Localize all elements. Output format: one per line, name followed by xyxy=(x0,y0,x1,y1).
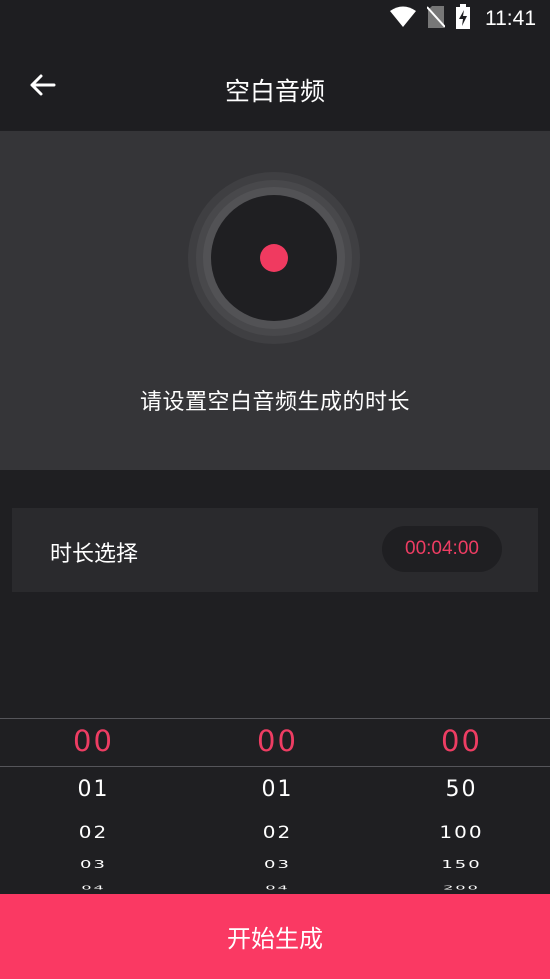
battery-charging-icon xyxy=(455,4,471,34)
start-generate-button[interactable]: 开始生成 xyxy=(0,894,550,979)
vinyl-disc-icon xyxy=(188,172,360,344)
picker-column-seconds[interactable]: 00 50 100 150 200 xyxy=(370,592,550,894)
picker-column-hours[interactable]: 00 01 02 03 04 xyxy=(2,592,185,894)
picker-column-minutes[interactable]: 00 01 02 03 04 xyxy=(186,592,369,894)
no-sim-icon xyxy=(426,5,446,33)
picker-option[interactable]: 02 xyxy=(2,822,185,842)
app-bar: 空白音频 xyxy=(0,38,550,130)
picker-option[interactable]: 01 xyxy=(186,777,369,802)
picker-option[interactable]: 03 xyxy=(186,858,369,871)
picker-option[interactable]: 03 xyxy=(2,858,185,871)
picker-option[interactable]: 100 xyxy=(370,822,550,842)
picker-option[interactable]: 02 xyxy=(186,822,369,842)
picker-option[interactable]: 04 xyxy=(2,884,185,891)
duration-label: 时长选择 xyxy=(50,542,139,567)
wifi-icon xyxy=(389,6,417,32)
duration-row: 时长选择 00:04:00 xyxy=(12,508,538,592)
status-bar: 11:41 xyxy=(0,0,550,38)
picker-selected-value: 00 xyxy=(441,724,482,758)
picker-selected-value: 00 xyxy=(73,724,114,758)
status-time: 11:41 xyxy=(485,7,536,30)
page-title: 空白音频 xyxy=(224,77,325,106)
picker-option[interactable]: 01 xyxy=(2,777,185,802)
picker-option[interactable]: 150 xyxy=(370,858,550,871)
hint-text: 请设置空白音频生成的时长 xyxy=(139,390,410,415)
picker-option[interactable]: 50 xyxy=(370,777,550,802)
picker-selected-value: 00 xyxy=(257,724,298,758)
picker-option[interactable]: 200 xyxy=(370,884,550,891)
picker-option[interactable]: 04 xyxy=(186,884,369,891)
duration-value: 00:04:00 xyxy=(382,526,502,572)
hero-panel: 请设置空白音频生成的时长 xyxy=(0,131,550,470)
time-picker[interactable]: 00 01 02 03 04 00 01 02 03 04 00 50 100 … xyxy=(0,592,550,894)
